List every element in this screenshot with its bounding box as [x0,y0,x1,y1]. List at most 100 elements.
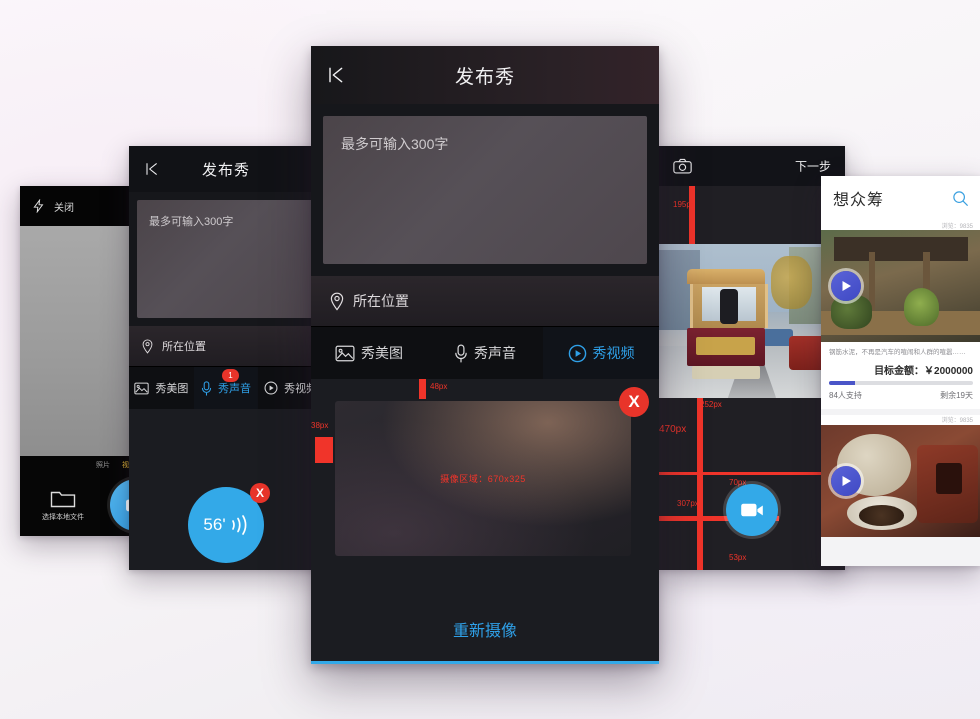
annotation-bar-left [315,437,333,463]
play-icon[interactable] [831,271,861,301]
crowdfund-card[interactable]: 浏览：9835 [821,414,980,537]
camera-mode-tabs[interactable]: 照片 视频 [20,456,146,474]
panel-camera-capture: 关闭 照片 视频 选择本地文件 [20,186,146,536]
crowdfund-card[interactable]: 浏览：9835 钢筋水泥，不再是汽车的喧闹和人群的喧嚣…… 目标金额：￥2000… [821,220,980,409]
card-remaining-days: 剩余19天 [940,390,973,400]
close-icon[interactable]: X [250,483,270,503]
tab-show-audio[interactable]: 秀声音 [427,327,543,379]
image-icon [134,382,149,395]
play-circle-icon [568,344,587,363]
folder-icon [50,489,76,508]
publish-nav-title: 发布秀 [454,66,515,88]
search-icon[interactable] [952,190,969,207]
publish-navbar: 发布秀 [311,46,659,104]
audio-close-wrap: X [250,483,270,503]
tab-show-image-label: 秀美图 [155,383,189,395]
photo-cable-car [685,268,768,380]
media-tray-slot [936,462,962,495]
card-stats: 84人支持 剩余19天 [821,385,980,409]
publish-location-label: 所在位置 [353,293,409,309]
preview-close-label: X [628,392,640,411]
tab-show-image-label: 秀美图 [361,345,403,361]
photo-tree [770,256,812,309]
publish-editor-placeholder: 最多可输入300字 [341,136,449,152]
camera-icon[interactable] [673,158,692,174]
measure-bar-vertical [697,398,703,570]
camera-toolbar: 关闭 [20,186,146,226]
local-file-button[interactable]: 选择本地文件 [42,489,84,522]
sound-wave-icon [229,514,249,536]
audio-tabbar: 秀美图 1 秀声音 秀视频 [129,366,323,409]
panel-publish-audio: 发布秀 最多可输入300字 所在位置 秀美图 1 秀声音 秀视频 56' X [129,146,323,570]
video-region-label: 摄像区域：670x325 [440,474,526,484]
publish-text-editor[interactable]: 最多可输入300字 [323,116,647,264]
measure-label-470: 470px [659,424,687,435]
card-meta: 浏览：9835 [941,223,973,230]
audio-location-row[interactable]: 所在位置 [129,326,323,366]
tab-show-image[interactable]: 秀美图 [129,367,194,409]
audio-duration-value: 56' [203,515,226,534]
media-roof [833,236,969,262]
audio-tab-badge: 1 [222,369,239,382]
panel-crowdfunding: 想众筹 浏览：9835 钢筋水泥，不再是汽车的喧闹和人群的喧嚣…… 目标金额：￥… [821,176,980,566]
camera-bottom-bar: 选择本地文件 [20,474,146,536]
location-pin-icon [141,338,154,354]
video-preview-frame[interactable]: 摄像区域：670x325 [335,401,631,556]
annotation-bar-top [419,379,426,399]
cable-car-operator [720,288,738,325]
annotation-top-label: 48px [430,382,448,391]
tab-show-video[interactable]: 秀视频 [543,327,659,379]
cable-car-base [691,366,761,380]
publish-location-row[interactable]: 所在位置 [311,276,659,326]
flash-label: 关闭 [54,202,74,214]
capture-viewport: 195px 470px 252px 70px 307px 53px [659,186,845,570]
annotation-left-label: 38px [311,421,329,430]
card-supporters: 84人支持 [829,390,862,400]
cable-car-window-frame [689,284,768,329]
panel-publish-video: 发布秀 最多可输入300字 所在位置 秀美图 秀声音 秀视频 48px 38px… [311,46,659,664]
video-camera-icon[interactable] [726,484,778,536]
capture-photo [659,244,845,398]
microphone-icon [201,380,212,396]
audio-editor-placeholder: 最多可输入300字 [149,216,234,228]
audio-text-editor[interactable]: 最多可输入300字 [137,200,315,318]
camera-viewfinder [20,226,146,456]
play-icon[interactable] [831,465,861,496]
measure-bar-195 [689,186,695,244]
publish-tabbar: 秀美图 秀声音 秀视频 [311,326,659,379]
location-pin-icon [329,292,345,311]
camera-tab-photo[interactable]: 照片 [96,460,110,470]
play-circle-icon [264,381,278,395]
measure-label-307: 307px [677,499,699,508]
tab-show-video-label: 秀视频 [592,345,635,361]
flash-icon[interactable] [32,199,46,213]
back-to-start-icon[interactable] [325,65,345,85]
tab-show-audio-label: 秀声音 [218,383,251,395]
measure-bar-horizontal [659,472,845,475]
card-description: 钢筋水泥，不再是汽车的喧闹和人群的喧嚣…… [829,349,966,356]
audio-record-area: 56' X 重新录音 [129,409,323,570]
tab-show-image[interactable]: 秀美图 [311,327,427,379]
local-file-label: 选择本地文件 [42,513,84,521]
recapture-button[interactable]: 重新摄像 [311,617,659,641]
back-to-start-icon[interactable] [143,161,159,177]
media-shrub [830,294,873,329]
card-media [821,424,980,537]
audio-location-label: 所在位置 [162,341,206,353]
page-title: 想众筹 [833,192,885,209]
image-icon [335,345,355,362]
next-step-button[interactable]: 下一步 [795,158,831,175]
confirm-publish-button[interactable]: 确认发布 [311,661,659,664]
media-plant [904,288,940,327]
close-icon[interactable]: X [619,387,649,417]
card-media [821,230,980,342]
tab-show-audio[interactable]: 1 秀声音 [193,367,259,409]
measure-label-53: 53px [729,553,747,562]
tab-show-audio-label: 秀声音 [474,345,516,361]
mockup-stage: 关闭 照片 视频 选择本地文件 发布秀 最多可输 [0,0,980,719]
crowdfund-header: 想众筹 [821,176,980,220]
cable-car-roof [686,268,766,285]
cable-car-plate [696,337,756,356]
card-meta: 浏览：9835 [941,418,973,425]
measure-label-195: 195px [673,200,695,209]
